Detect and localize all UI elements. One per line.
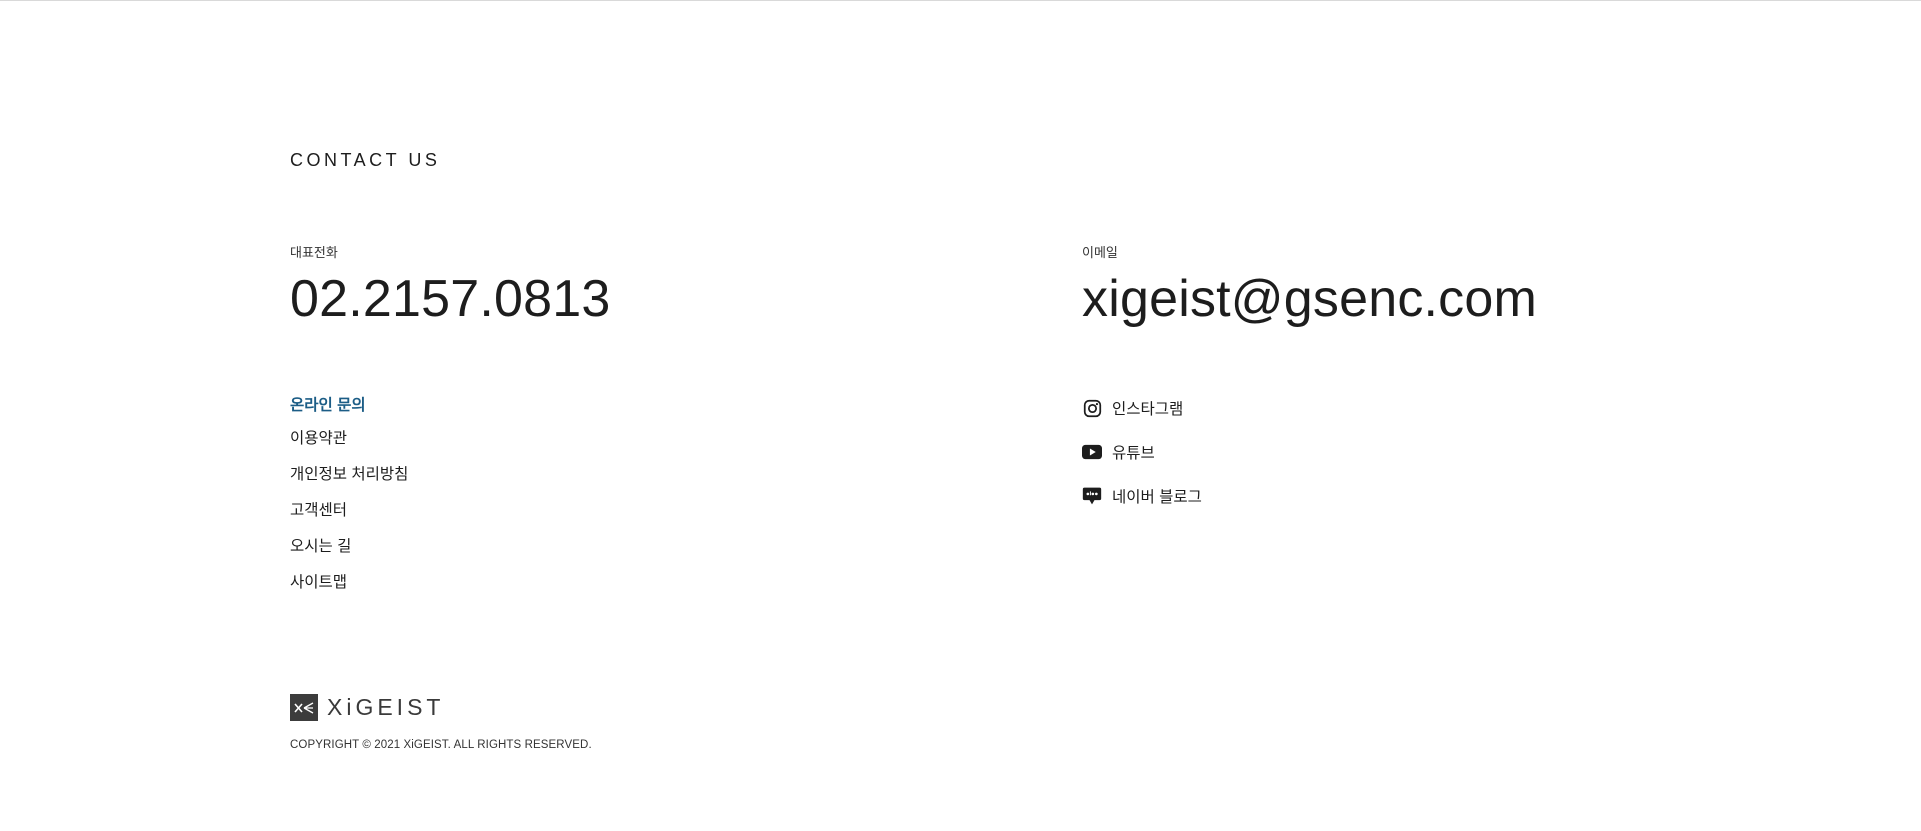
brand-mark-icon — [290, 694, 318, 721]
footer-links: 온라인 문의 이용약관 개인정보 처리방침 고객센터 오시는 길 사이트맵 — [290, 396, 408, 609]
link-sitemap[interactable]: 사이트맵 — [290, 573, 408, 609]
link-online-inquiry[interactable]: 온라인 문의 — [290, 396, 408, 429]
copyright-text: COPYRIGHT © 2021 XiGEIST. ALL RIGHTS RES… — [290, 739, 592, 751]
social-naver-blog-label: 네이버 블로그 — [1112, 489, 1202, 506]
naver-blog-icon — [1082, 486, 1102, 506]
social-instagram-label: 인스타그램 — [1112, 401, 1184, 418]
email-label: 이메일 — [1082, 245, 1118, 260]
instagram-icon — [1082, 398, 1102, 418]
phone-contact: 대표전화 02.2157.0813 — [290, 244, 611, 329]
social-naver-blog[interactable]: 네이버 블로그 — [1082, 485, 1202, 507]
contact-section-title: CONTACT US — [290, 150, 441, 170]
email-contact: 이메일 xigeist@gsenc.com — [1082, 244, 1537, 329]
social-youtube[interactable]: 유튜브 — [1082, 441, 1202, 463]
social-youtube-label: 유튜브 — [1112, 445, 1155, 462]
link-directions[interactable]: 오시는 길 — [290, 537, 408, 573]
link-terms[interactable]: 이용약관 — [290, 429, 408, 465]
phone-label: 대표전화 — [290, 245, 338, 260]
email-address[interactable]: xigeist@gsenc.com — [1082, 269, 1537, 329]
link-customer-center[interactable]: 고객센터 — [290, 501, 408, 537]
social-instagram[interactable]: 인스타그램 — [1082, 397, 1202, 419]
brand-wordmark: XiGEIST — [327, 694, 445, 720]
site-footer: CONTACT US 대표전화 02.2157.0813 이메일 xigeist… — [0, 0, 1921, 831]
link-privacy-policy[interactable]: 개인정보 처리방침 — [290, 465, 408, 501]
youtube-icon — [1082, 442, 1102, 462]
social-links: 인스타그램 유튜브 네이버 블로그 — [1082, 397, 1202, 529]
phone-number[interactable]: 02.2157.0813 — [290, 269, 611, 329]
brand-logo[interactable]: XiGEIST — [290, 694, 444, 721]
